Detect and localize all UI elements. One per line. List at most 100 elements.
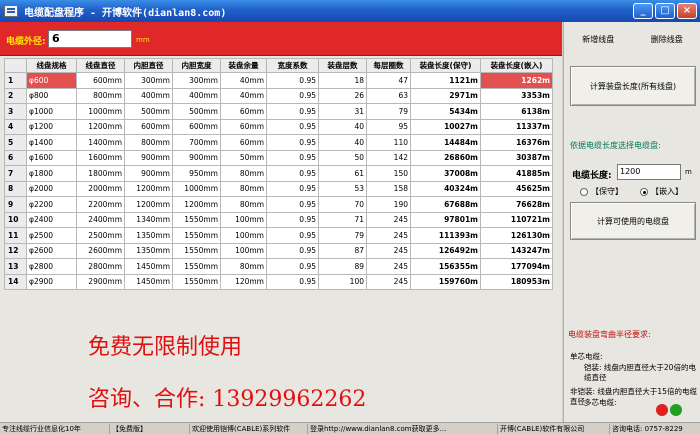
table-row[interactable]: 11 φ2500 2500mm 1350mm 1550mm 100mm 0.95 79 245 1… [4,227,553,244]
status-website-link[interactable]: 登录http://www.dianlan8.com获取更多... [308,424,498,434]
table-cell-coef[interactable]: 0.95 [266,87,319,104]
table-cell-margin[interactable]: 60mm [220,103,267,120]
table-cell-inner[interactable]: 1340mm [124,211,173,228]
table-cell-coef[interactable]: 0.95 [266,273,319,290]
table-cell-turns[interactable]: 245 [366,273,411,290]
table-cell-embed[interactable]: 30387m [480,149,553,166]
table-cell-n[interactable]: 1 [4,72,27,89]
table-cell-margin[interactable]: 80mm [220,180,267,197]
table-cell-inner[interactable]: 400mm [124,87,173,104]
table-row[interactable]: 4 φ1200 1200mm 600mm 600mm 60mm 0.95 40 95 10027m… [4,118,553,135]
table-cell-inner[interactable]: 1450mm [124,273,173,290]
table-cell-coef[interactable]: 0.95 [266,196,319,213]
table-cell-layers[interactable]: 31 [318,103,367,120]
table-cell-d[interactable]: 1200mm [76,118,125,135]
table-cell-embed[interactable]: 110721m [480,211,553,228]
table-cell-layers[interactable]: 53 [318,180,367,197]
table-cell-coef[interactable]: 0.95 [266,134,319,151]
table-cell-keep[interactable]: 67688m [410,196,481,213]
table-cell-margin[interactable]: 80mm [220,196,267,213]
outer-diameter-input[interactable]: 6 [48,30,132,48]
table-cell-coef[interactable]: 0.95 [266,165,319,182]
table-cell-width[interactable]: 950mm [172,165,221,182]
table-cell-coef[interactable]: 0.95 [266,258,319,275]
table-cell-d[interactable]: 1800mm [76,165,125,182]
column-header[interactable]: 宽度系数 [266,58,319,73]
table-cell-spec[interactable]: φ2800 [26,258,77,275]
table-cell-layers[interactable]: 18 [318,72,367,89]
table-cell-margin[interactable]: 80mm [220,165,267,182]
add-reel-button[interactable]: 新增线盘 [580,32,616,47]
table-cell-inner[interactable]: 900mm [124,165,173,182]
table-cell-turns[interactable]: 63 [366,87,411,104]
table-cell-turns[interactable]: 110 [366,134,411,151]
table-cell-d[interactable]: 1000mm [76,103,125,120]
table-cell-d[interactable]: 2600mm [76,242,125,259]
table-cell-margin[interactable]: 60mm [220,118,267,135]
table-cell-margin[interactable]: 50mm [220,149,267,166]
table-cell-margin[interactable]: 120mm [220,273,267,290]
table-cell-d[interactable]: 2000mm [76,180,125,197]
table-cell-coef[interactable]: 0.95 [266,72,319,89]
table-row[interactable]: 1 φ600 600mm 300mm 300mm 40mm 0.95 18 47 1121m 126… [4,72,553,89]
table-cell-keep[interactable]: 159760m [410,273,481,290]
table-cell-embed[interactable]: 143247m [480,242,553,259]
table-cell-width[interactable]: 700mm [172,134,221,151]
column-header[interactable]: 装盘余量 [220,58,267,73]
table-cell-width[interactable]: 500mm [172,103,221,120]
table-cell-embed[interactable]: 126130m [480,227,553,244]
table-cell-coef[interactable]: 0.95 [266,227,319,244]
table-cell-turns[interactable]: 47 [366,72,411,89]
table-cell-embed[interactable]: 6138m [480,103,553,120]
table-cell-inner[interactable]: 1450mm [124,258,173,275]
table-cell-n[interactable]: 11 [4,227,27,244]
table-cell-keep[interactable]: 156355m [410,258,481,275]
table-cell-turns[interactable]: 150 [366,165,411,182]
table-cell-turns[interactable]: 190 [366,196,411,213]
column-header[interactable]: 线盘规格 [26,58,77,73]
table-cell-inner[interactable]: 1350mm [124,227,173,244]
table-row[interactable]: 3 φ1000 1000mm 500mm 500mm 60mm 0.95 31 79 5434m 6… [4,103,553,120]
table-cell-n[interactable]: 8 [4,180,27,197]
table-row[interactable]: 10 φ2400 2400mm 1340mm 1550mm 100mm 0.95 71 245 9… [4,211,553,228]
table-row[interactable]: 7 φ1800 1800mm 900mm 950mm 80mm 0.95 61 150 37008… [4,165,553,182]
table-cell-inner[interactable]: 900mm [124,149,173,166]
table-cell-turns[interactable]: 158 [366,180,411,197]
table-cell-inner[interactable]: 1200mm [124,196,173,213]
table-cell-n[interactable]: 13 [4,258,27,275]
table-row[interactable]: 6 φ1600 1600mm 900mm 900mm 50mm 0.95 50 142 26860… [4,149,553,166]
table-cell-inner[interactable]: 300mm [124,72,173,89]
column-header[interactable]: 装盘层数 [318,58,367,73]
column-header[interactable] [4,58,27,73]
table-cell-margin[interactable]: 100mm [220,242,267,259]
table-cell-d[interactable]: 600mm [76,72,125,89]
table-cell-keep[interactable]: 14484m [410,134,481,151]
table-cell-d[interactable]: 1600mm [76,149,125,166]
table-cell-width[interactable]: 1200mm [172,196,221,213]
column-header[interactable]: 线盘直径 [76,58,125,73]
table-row[interactable]: 2 φ800 800mm 400mm 400mm 40mm 0.95 26 63 2971m 335… [4,87,553,104]
table-row[interactable]: 8 φ2000 2000mm 1200mm 1000mm 80mm 0.95 53 158 403… [4,180,553,197]
table-cell-spec[interactable]: φ1600 [26,149,77,166]
radio-conservative-icon[interactable] [580,187,588,196]
table-cell-embed[interactable]: 16376m [480,134,553,151]
table-cell-inner[interactable]: 1200mm [124,180,173,197]
table-cell-margin[interactable]: 40mm [220,87,267,104]
table-cell-spec[interactable]: φ2200 [26,196,77,213]
table-cell-inner[interactable]: 500mm [124,103,173,120]
table-cell-layers[interactable]: 61 [318,165,367,182]
table-cell-layers[interactable]: 70 [318,196,367,213]
table-cell-n[interactable]: 5 [4,134,27,151]
table-cell-width[interactable]: 900mm [172,149,221,166]
table-cell-layers[interactable]: 40 [318,118,367,135]
table-cell-margin[interactable]: 80mm [220,258,267,275]
table-cell-layers[interactable]: 79 [318,227,367,244]
table-cell-n[interactable]: 6 [4,149,27,166]
table-cell-turns[interactable]: 245 [366,242,411,259]
column-header[interactable]: 每层圈数 [366,58,411,73]
table-cell-n[interactable]: 7 [4,165,27,182]
table-cell-embed[interactable]: 3353m [480,87,553,104]
table-cell-turns[interactable]: 245 [366,227,411,244]
table-cell-spec[interactable]: φ800 [26,87,77,104]
table-cell-keep[interactable]: 1121m [410,72,481,89]
